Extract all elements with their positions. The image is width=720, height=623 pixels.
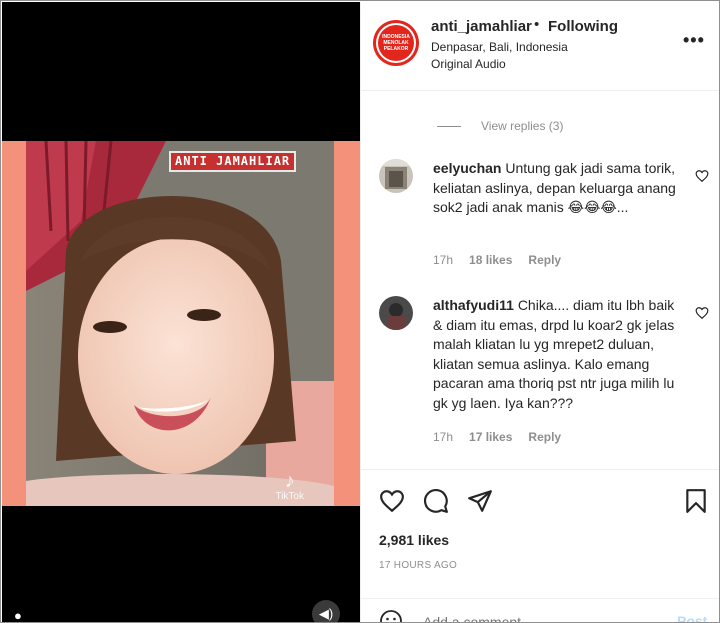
emoji-icon[interactable] <box>379 609 403 623</box>
save-bookmark-icon[interactable] <box>683 488 709 514</box>
like-comment-heart-icon[interactable] <box>695 169 709 183</box>
comment-bubble-icon[interactable] <box>423 488 449 514</box>
comment-meta: 17h 18 likes Reply <box>433 253 561 267</box>
comment-time[interactable]: 17h <box>433 430 453 444</box>
like-heart-icon[interactable] <box>379 488 405 514</box>
comment-time[interactable]: 17h <box>433 253 453 267</box>
location-link[interactable]: Denpasar, Bali, Indonesia <box>431 40 568 54</box>
instagram-post-window: ANTI JAMAHLIAR ♪ TikTok ● ◀) INDONESIA M… <box>0 0 720 623</box>
watermark-label: ANTI JAMAHLIAR <box>169 151 297 172</box>
video-clip[interactable]: ANTI JAMAHLIAR ♪ TikTok <box>26 141 334 506</box>
avatar[interactable]: INDONESIA MENOLAK PELAKOR <box>373 20 419 66</box>
like-comment-heart-icon[interactable] <box>695 306 709 320</box>
separator-dot: • <box>534 16 540 33</box>
following-button[interactable]: Following <box>548 18 618 35</box>
reply-button[interactable]: Reply <box>528 253 561 267</box>
post-button[interactable]: Post <box>677 613 707 622</box>
avatar[interactable] <box>379 159 413 193</box>
comment-input[interactable] <box>423 611 653 622</box>
post-actions: 2,981 likes 17 HOURS AGO Post <box>361 469 719 623</box>
tiktok-label: TikTok <box>275 491 304 502</box>
post-header: INDONESIA MENOLAK PELAKOR anti_jamahliar… <box>361 2 719 91</box>
avatar-image <box>379 159 413 193</box>
tiktok-icon: ♪ <box>284 470 295 492</box>
likes-count[interactable]: 2,981 likes <box>379 532 449 548</box>
avatar-text-line-3: PELAKOR <box>383 46 409 52</box>
post-side-panel: INDONESIA MENOLAK PELAKOR anti_jamahliar… <box>360 2 719 623</box>
avatar-logo: INDONESIA MENOLAK PELAKOR <box>378 25 414 61</box>
comments-list[interactable]: View replies (3) eelyuchan Untung gak ja… <box>361 92 719 468</box>
avatar-border: INDONESIA MENOLAK PELAKOR <box>376 23 416 63</box>
comment-username[interactable]: eelyuchan <box>433 160 501 176</box>
tiktok-watermark: ♪ TikTok <box>275 471 304 502</box>
audio-link[interactable]: Original Audio <box>431 57 506 71</box>
view-replies-button[interactable]: View replies (3) <box>437 119 563 133</box>
add-comment-bar: Post <box>361 598 719 623</box>
comment-text: eelyuchan Untung gak jadi sama torik, ke… <box>433 159 683 218</box>
comment-username[interactable]: althafyudi11 <box>433 297 514 313</box>
comment-meta: 17h 17 likes Reply <box>433 430 561 444</box>
video-still <box>26 141 334 506</box>
comment-content: Chika.... diam itu lbh baik & diam itu e… <box>433 297 675 411</box>
username-link[interactable]: anti_jamahliar <box>431 18 532 35</box>
share-send-icon[interactable] <box>467 488 493 514</box>
view-replies-label: View replies (3) <box>481 119 564 133</box>
more-options-icon[interactable]: ••• <box>683 30 705 51</box>
speaker-icon[interactable]: ◀) <box>312 600 340 622</box>
comment-text: althafyudi11 Chika.... diam itu lbh baik… <box>433 296 683 413</box>
video-pane[interactable]: ANTI JAMAHLIAR ♪ TikTok ● ◀) <box>2 2 360 622</box>
comment-likes[interactable]: 17 likes <box>469 430 512 444</box>
comment-likes[interactable]: 18 likes <box>469 253 512 267</box>
avatar-image <box>379 296 413 330</box>
avatar[interactable] <box>379 296 413 330</box>
video-frame[interactable]: ANTI JAMAHLIAR ♪ TikTok <box>2 141 360 506</box>
replies-line <box>437 125 461 127</box>
reply-button[interactable]: Reply <box>528 430 561 444</box>
post-timestamp[interactable]: 17 HOURS AGO <box>379 560 457 571</box>
tag-user-icon[interactable]: ● <box>14 608 22 622</box>
